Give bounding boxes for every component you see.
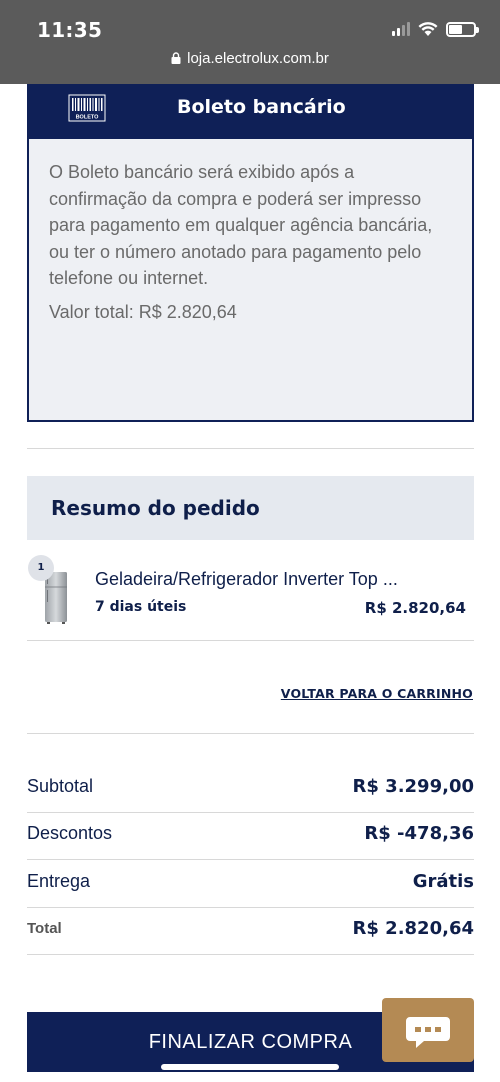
payment-method-panel: O Boleto bancário será exibido após a co… [27, 139, 474, 422]
status-icons [392, 21, 479, 37]
order-summary-header: Resumo do pedido [27, 476, 474, 540]
payment-description: O Boleto bancário será exibido após a co… [49, 162, 433, 288]
divider [27, 954, 474, 955]
divider [27, 859, 474, 860]
item-delivery-time: 7 dias úteis [95, 599, 187, 615]
shipping-value: Grátis [412, 871, 474, 892]
back-to-cart-link[interactable]: VOLTAR PARA O CARRINHO [281, 686, 473, 701]
subtotal-row: Subtotal R$ 3.299,00 [27, 766, 474, 813]
shipping-label: Entrega [27, 871, 91, 891]
discount-label: Descontos [27, 823, 113, 843]
shipping-row: Entrega Grátis [27, 861, 474, 908]
chat-button[interactable] [382, 998, 474, 1062]
svg-text:BOLETO: BOLETO [76, 115, 100, 121]
subtotal-label: Subtotal [27, 776, 94, 796]
battery-icon [446, 21, 479, 37]
payment-method-title: Boleto bancário [177, 96, 346, 118]
total-value: R$ 2.820,64 [352, 918, 474, 939]
refrigerator-thumbnail [45, 572, 67, 624]
divider [27, 448, 474, 449]
divider [27, 640, 474, 641]
item-price: R$ 2.820,64 [364, 599, 466, 617]
discount-value: R$ -478,36 [364, 823, 474, 844]
discount-row: Descontos R$ -478,36 [27, 813, 474, 860]
item-quantity-badge: 1 [28, 555, 54, 581]
total-row: Total R$ 2.820,64 [27, 908, 474, 955]
status-time: 11:35 [37, 18, 103, 42]
total-label: Total [27, 920, 62, 937]
payment-method-header: BOLETO Boleto bancário [27, 84, 474, 139]
divider [27, 733, 474, 734]
boleto-barcode-icon: BOLETO [68, 94, 106, 122]
chat-bubble-icon [406, 1017, 450, 1048]
order-summary-title: Resumo do pedido [51, 496, 260, 520]
subtotal-value: R$ 3.299,00 [352, 776, 474, 797]
lock-icon [171, 52, 181, 64]
url-bar[interactable]: loja.electrolux.com.br [0, 50, 500, 67]
signal-icon [392, 22, 410, 36]
browser-top-bar: 11:35 loja.electrolux.com.br [0, 0, 500, 84]
url-text: loja.electrolux.com.br [187, 50, 329, 67]
item-name: Geladeira/Refrigerador Inverter Top ... [95, 569, 398, 589]
home-indicator [161, 1064, 339, 1070]
wifi-icon [418, 22, 438, 36]
payment-total: Valor total: R$ 2.820,64 [49, 302, 237, 322]
